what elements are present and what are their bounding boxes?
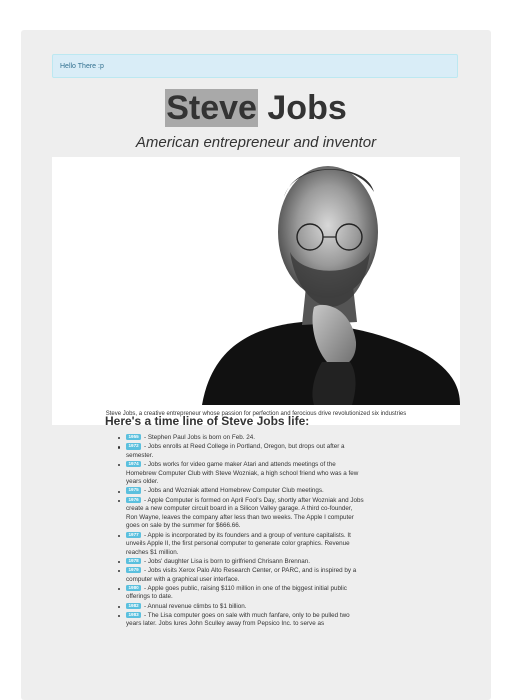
- year-badge: 1980: [126, 584, 142, 592]
- portrait-image: [52, 157, 460, 405]
- title-highlight: Steve: [165, 89, 258, 127]
- year-badge: 1983: [126, 611, 142, 619]
- list-item: 1972 - Jobs enrolls at Reed College in P…: [118, 443, 364, 460]
- year-badge: 1975: [126, 487, 142, 494]
- title-rest: Jobs: [257, 89, 347, 127]
- year-badge: 1978: [126, 557, 142, 565]
- year-badge: 1979: [126, 567, 142, 574]
- list-item: 1975 - Jobs and Wozniak attend Homebrew …: [118, 487, 364, 496]
- year-badge: 1972: [126, 443, 142, 450]
- year-badge: 1977: [126, 531, 142, 538]
- year-badge: 1976: [126, 496, 142, 503]
- list-item: 1980 - Apple goes public, raising $110 m…: [118, 584, 364, 602]
- page-title: Steve Jobs: [21, 88, 491, 128]
- list-item: 1983 - The Lisa computer goes on sale wi…: [118, 611, 364, 629]
- list-item: 1976 - Apple Computer is formed on April…: [118, 496, 364, 530]
- year-badge: 1955: [126, 434, 142, 441]
- list-item: 1955 - Stephen Paul Jobs is born on Feb.…: [118, 434, 364, 443]
- alert-banner: Hello There :p: [52, 54, 458, 78]
- list-item: 1978 - Jobs' daughter Lisa is born to gi…: [118, 557, 364, 567]
- page-subtitle: American entrepreneur and inventor: [135, 134, 377, 151]
- year-badge: 1974: [126, 460, 142, 468]
- list-item: 1982 - Annual revenue climbs to $1 billi…: [118, 602, 364, 612]
- timeline-heading: Here's a time line of Steve Jobs life:: [105, 414, 310, 428]
- timeline-list: 1955 - Stephen Paul Jobs is born on Feb.…: [118, 434, 364, 630]
- list-item: 1979 - Jobs visits Xerox Palo Alto Resea…: [118, 567, 364, 584]
- photo-thumbnail: Steve Jobs, a creative entrepreneur whos…: [52, 157, 460, 425]
- year-badge: 1982: [126, 602, 142, 610]
- list-item: 1974 - Jobs works for video game maker A…: [118, 460, 364, 487]
- list-item: 1977 - Apple is incorporated by its foun…: [118, 531, 364, 558]
